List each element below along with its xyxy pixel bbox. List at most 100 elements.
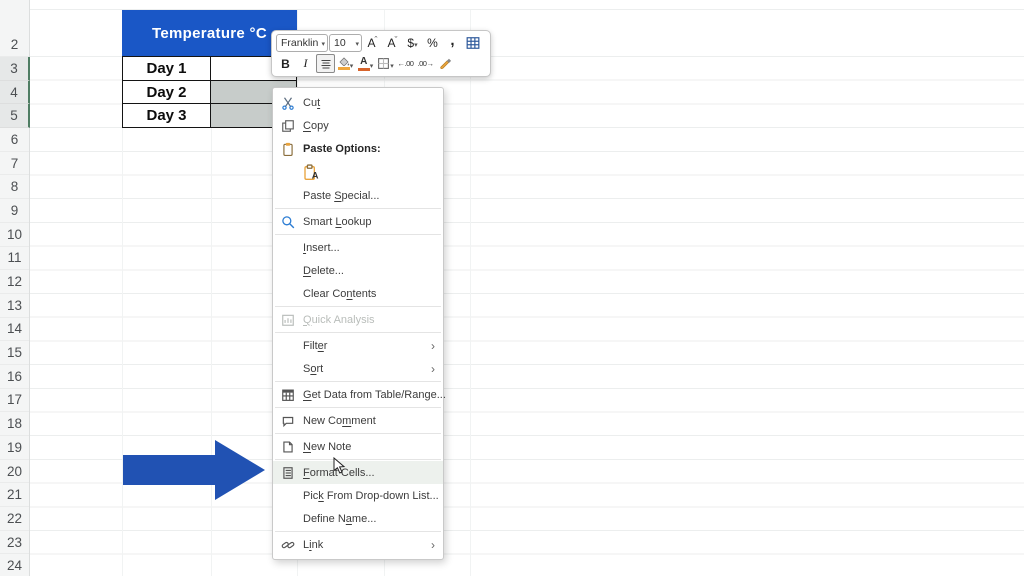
chevron-down-icon bbox=[370, 57, 374, 71]
menu-item-clear-contents[interactable]: Clear Contents bbox=[273, 282, 443, 305]
menu-item-new-note[interactable]: New Note bbox=[273, 435, 443, 458]
clipboard-icon bbox=[281, 142, 295, 156]
center-align-button[interactable] bbox=[316, 54, 335, 73]
menu-separator bbox=[275, 306, 441, 307]
shrink-font-button[interactable]: Aˇ bbox=[383, 34, 402, 53]
copy-icon bbox=[281, 119, 295, 133]
menu-item-paste-special[interactable]: Paste Special... bbox=[273, 184, 443, 207]
accounting-format-button[interactable]: $ bbox=[403, 34, 422, 53]
format-as-table-icon[interactable] bbox=[463, 34, 482, 53]
row-header-11[interactable]: 11 bbox=[0, 247, 29, 271]
fill-bucket-icon bbox=[338, 57, 350, 70]
day-label-cell[interactable]: Day 2 bbox=[122, 81, 211, 105]
caret-down-icon: ˇ bbox=[395, 35, 398, 45]
row-header-14[interactable]: 14 bbox=[0, 318, 29, 342]
menu-item-cut[interactable]: Cut bbox=[273, 91, 443, 114]
row-header-18[interactable]: 18 bbox=[0, 412, 29, 436]
row-header-12[interactable]: 12 bbox=[0, 270, 29, 294]
row-header-23[interactable]: 23 bbox=[0, 531, 29, 555]
bold-button[interactable]: B bbox=[276, 54, 295, 73]
menu-item-delete[interactable]: Delete... bbox=[273, 259, 443, 282]
mini-toolbar: Franklin 10 Aˆ Aˇ $ % , B I bbox=[271, 30, 491, 77]
comment-icon bbox=[281, 414, 295, 428]
svg-text:A: A bbox=[312, 171, 319, 180]
row-header-22[interactable]: 22 bbox=[0, 507, 29, 531]
table-row: Day 3 bbox=[122, 104, 297, 128]
menu-item-filter[interactable]: Filter bbox=[273, 334, 443, 357]
fill-color-button[interactable] bbox=[336, 54, 355, 73]
row-header-9[interactable]: 9 bbox=[0, 199, 29, 223]
row-header-20[interactable]: 20 bbox=[0, 460, 29, 484]
excel-sheet: { "colors": { "header_blue": "#1a57c6", … bbox=[0, 0, 1024, 576]
font-size-select[interactable]: 10 bbox=[329, 34, 362, 52]
chevron-down-icon bbox=[321, 37, 325, 49]
menu-item-smart-lookup[interactable]: Smart Lookup bbox=[273, 210, 443, 233]
menu-item-get-data[interactable]: Get Data from Table/Range... bbox=[273, 383, 443, 406]
chevron-down-icon bbox=[414, 36, 418, 50]
context-menu: Cut Copy Paste Options: A Paste Special.… bbox=[272, 87, 444, 560]
decrease-decimal-button[interactable]: .00→ bbox=[416, 54, 435, 73]
row-header-column: 23456789101112131415161718192021222324 bbox=[0, 0, 30, 576]
menu-item-sort[interactable]: Sort bbox=[273, 357, 443, 380]
menu-separator bbox=[275, 531, 441, 532]
menu-item-quick-analysis[interactable]: Quick Analysis bbox=[273, 308, 443, 331]
annotation-arrow bbox=[122, 438, 267, 502]
day-label-cell[interactable]: Day 3 bbox=[122, 104, 211, 128]
row-header-6[interactable]: 6 bbox=[0, 128, 29, 152]
magnifier-icon bbox=[281, 215, 295, 229]
menu-item-define-name[interactable]: Define Name... bbox=[273, 507, 443, 530]
format-painter-button[interactable] bbox=[436, 54, 455, 73]
row-header-21[interactable]: 21 bbox=[0, 483, 29, 507]
menu-item-pick-from-dropdown[interactable]: Pick From Drop-down List... bbox=[273, 484, 443, 507]
row-header-15[interactable]: 15 bbox=[0, 341, 29, 365]
italic-button[interactable]: I bbox=[296, 54, 315, 73]
borders-icon bbox=[377, 57, 390, 70]
font-name-select[interactable]: Franklin bbox=[276, 34, 328, 52]
menu-item-paste-keep-formatting: A bbox=[273, 160, 443, 184]
row-header-4[interactable]: 4 bbox=[0, 81, 30, 105]
menu-item-insert[interactable]: Insert... bbox=[273, 236, 443, 259]
row-header-2[interactable]: 2 bbox=[0, 10, 29, 57]
table-row: Day 2 bbox=[122, 81, 297, 105]
row-header-8[interactable]: 8 bbox=[0, 175, 29, 199]
link-icon bbox=[281, 538, 295, 552]
menu-separator bbox=[275, 332, 441, 333]
chevron-down-icon bbox=[355, 37, 359, 49]
increase-decimal-button[interactable]: ←.00 bbox=[396, 54, 415, 73]
menu-separator bbox=[275, 433, 441, 434]
row-header-16[interactable]: 16 bbox=[0, 365, 29, 389]
submenu-arrow-icon bbox=[431, 362, 435, 376]
menu-separator bbox=[275, 407, 441, 408]
row-header-7[interactable]: 7 bbox=[0, 152, 29, 176]
font-color-icon: A bbox=[358, 57, 370, 71]
row-header-17[interactable]: 17 bbox=[0, 389, 29, 413]
table-icon bbox=[281, 388, 295, 402]
clipboard-a-icon[interactable]: A bbox=[301, 162, 321, 182]
grow-font-button[interactable]: Aˆ bbox=[363, 34, 382, 53]
row-header-3[interactable]: 3 bbox=[0, 57, 30, 81]
row-header-5[interactable]: 5 bbox=[0, 104, 30, 128]
format-painter-icon bbox=[439, 57, 452, 70]
comma-style-button[interactable]: , bbox=[443, 34, 462, 53]
table-title: Temperature °C bbox=[152, 25, 267, 42]
percent-style-button[interactable]: % bbox=[423, 34, 442, 53]
scissors-icon bbox=[281, 96, 295, 110]
menu-separator bbox=[275, 208, 441, 209]
menu-item-format-cells[interactable]: Format Cells... bbox=[273, 461, 443, 484]
menu-item-copy[interactable]: Copy bbox=[273, 114, 443, 137]
menu-item-new-comment[interactable]: New Comment bbox=[273, 409, 443, 432]
row-header-13[interactable]: 13 bbox=[0, 294, 29, 318]
row-header-19[interactable]: 19 bbox=[0, 436, 29, 460]
menu-item-link[interactable]: Link bbox=[273, 533, 443, 556]
quick-analysis-icon bbox=[281, 313, 295, 327]
menu-separator bbox=[275, 459, 441, 460]
menu-separator bbox=[275, 381, 441, 382]
borders-button[interactable] bbox=[376, 54, 395, 73]
submenu-arrow-icon bbox=[431, 339, 435, 353]
mouse-cursor-icon bbox=[333, 457, 347, 475]
row-header-24[interactable]: 24 bbox=[0, 554, 29, 576]
font-color-button[interactable]: A bbox=[356, 54, 375, 73]
day-label-cell[interactable]: Day 1 bbox=[122, 57, 211, 81]
row-header-10[interactable]: 10 bbox=[0, 223, 29, 247]
caret-up-icon: ˆ bbox=[375, 35, 378, 45]
